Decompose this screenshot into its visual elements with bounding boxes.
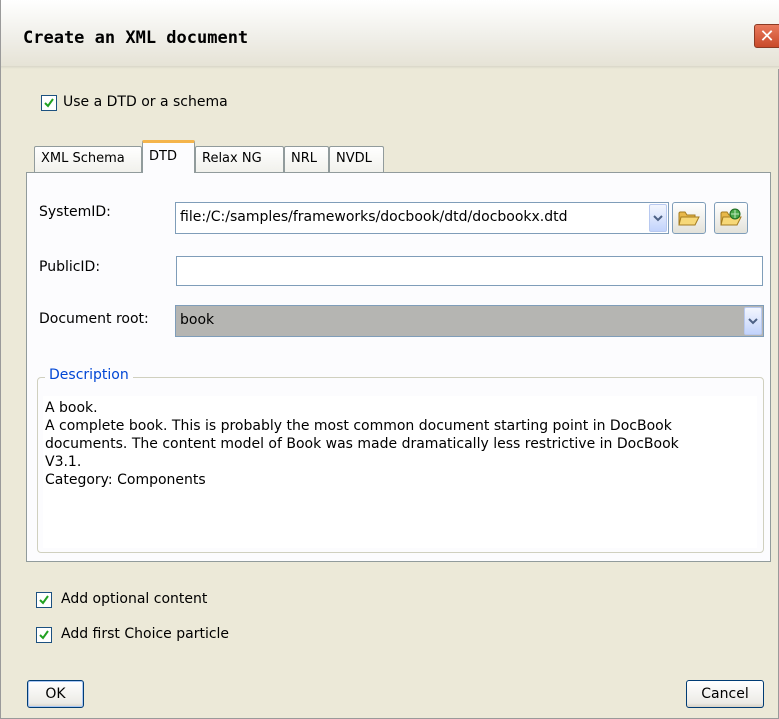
close-icon: ✕ [759,25,775,47]
tab-nvdl[interactable]: NVDL [329,146,384,172]
tab-relax-ng[interactable]: Relax NG [195,146,284,172]
add-first-choice-checkbox[interactable] [36,627,52,643]
system-id-value: file:/C:/samples/frameworks/docbook/dtd/… [180,209,568,225]
description-line: Category: Components [45,472,206,488]
document-root-combo[interactable]: book [175,305,764,337]
dialog-title: Create an XML document [23,28,249,48]
use-dtd-schema-label: Use a DTD or a schema [63,94,228,110]
add-optional-content-checkbox[interactable] [36,592,52,608]
system-id-label: SystemID: [39,204,111,220]
add-optional-content-label: Add optional content [61,591,208,607]
description-line: documents. The content model of Book was… [45,436,679,452]
add-first-choice-label: Add first Choice particle [61,626,230,642]
chevron-down-icon[interactable] [649,204,667,232]
system-id-combo[interactable]: file:/C:/samples/frameworks/docbook/dtd/… [175,202,669,234]
public-id-label: PublicID: [39,259,101,275]
folder-open-icon [678,211,700,226]
ok-button[interactable]: OK [27,680,84,708]
cancel-button[interactable]: Cancel [686,680,764,708]
document-root-label: Document root: [39,311,149,327]
tab-nrl[interactable]: NRL [284,146,329,172]
description-line: A complete book. This is probably the mo… [45,418,672,434]
tab-dtd[interactable]: DTD [142,140,195,173]
description-legend: Description [45,367,133,383]
checkmark-icon [39,630,49,640]
create-xml-dialog: Create an XML document ✕ Use a DTD or a … [0,0,779,719]
browse-file-button[interactable] [672,202,706,234]
public-id-input[interactable] [176,256,763,286]
checkmark-icon [39,595,49,605]
description-line: A book. [45,400,98,416]
title-bar-edge [1,66,779,69]
description-text-area: A book. A complete book. This is probabl… [43,396,757,548]
folder-url-icon [720,208,742,226]
close-button[interactable]: ✕ [754,24,779,48]
use-dtd-schema-checkbox[interactable] [41,95,57,111]
description-line: V3.1. [45,454,82,470]
chevron-down-icon[interactable] [744,307,762,335]
browse-url-button[interactable] [714,202,748,234]
tab-xml-schema[interactable]: XML Schema [34,146,142,172]
document-root-value: book [180,312,215,328]
checkmark-icon [44,98,54,108]
